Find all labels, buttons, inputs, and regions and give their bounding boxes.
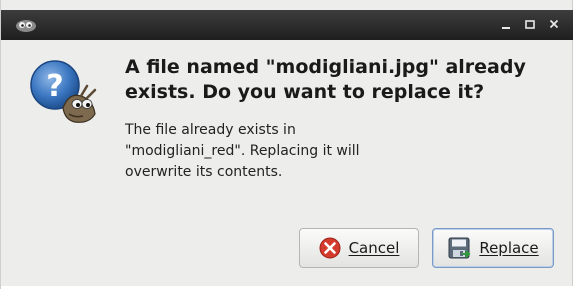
save-icon <box>448 237 471 259</box>
heading-line: A file named "modigliani.jpg" already <box>125 56 526 78</box>
replace-button[interactable]: Replace <box>432 228 554 268</box>
title-bar[interactable] <box>1 10 573 40</box>
message-line: The file already exists in <box>125 122 296 138</box>
dialog-heading: A file named "modigliani.jpg" already ex… <box>125 55 565 105</box>
close-icon[interactable] <box>548 17 560 31</box>
cancel-label: Cancel <box>348 239 400 257</box>
question-wilber-icon: ? <box>30 60 97 123</box>
maximize-icon[interactable] <box>524 17 536 31</box>
gimp-app-icon[interactable] <box>13 17 39 33</box>
replace-label: Replace <box>479 239 539 257</box>
message-line: overwrite its contents. <box>125 164 283 180</box>
message-line: "modigliani_red". Replacing it will <box>125 143 360 159</box>
heading-line: exists. Do you want to replace it? <box>125 81 485 103</box>
cancel-button[interactable]: Cancel <box>299 228 419 268</box>
dialog-message: The file already exists in "modigliani_r… <box>125 120 525 183</box>
cancel-icon <box>319 237 341 259</box>
minimize-icon[interactable] <box>500 17 512 31</box>
replace-file-dialog: ? A file named "modigliani.jpg" already … <box>0 0 573 289</box>
svg-text:?: ? <box>46 69 63 104</box>
